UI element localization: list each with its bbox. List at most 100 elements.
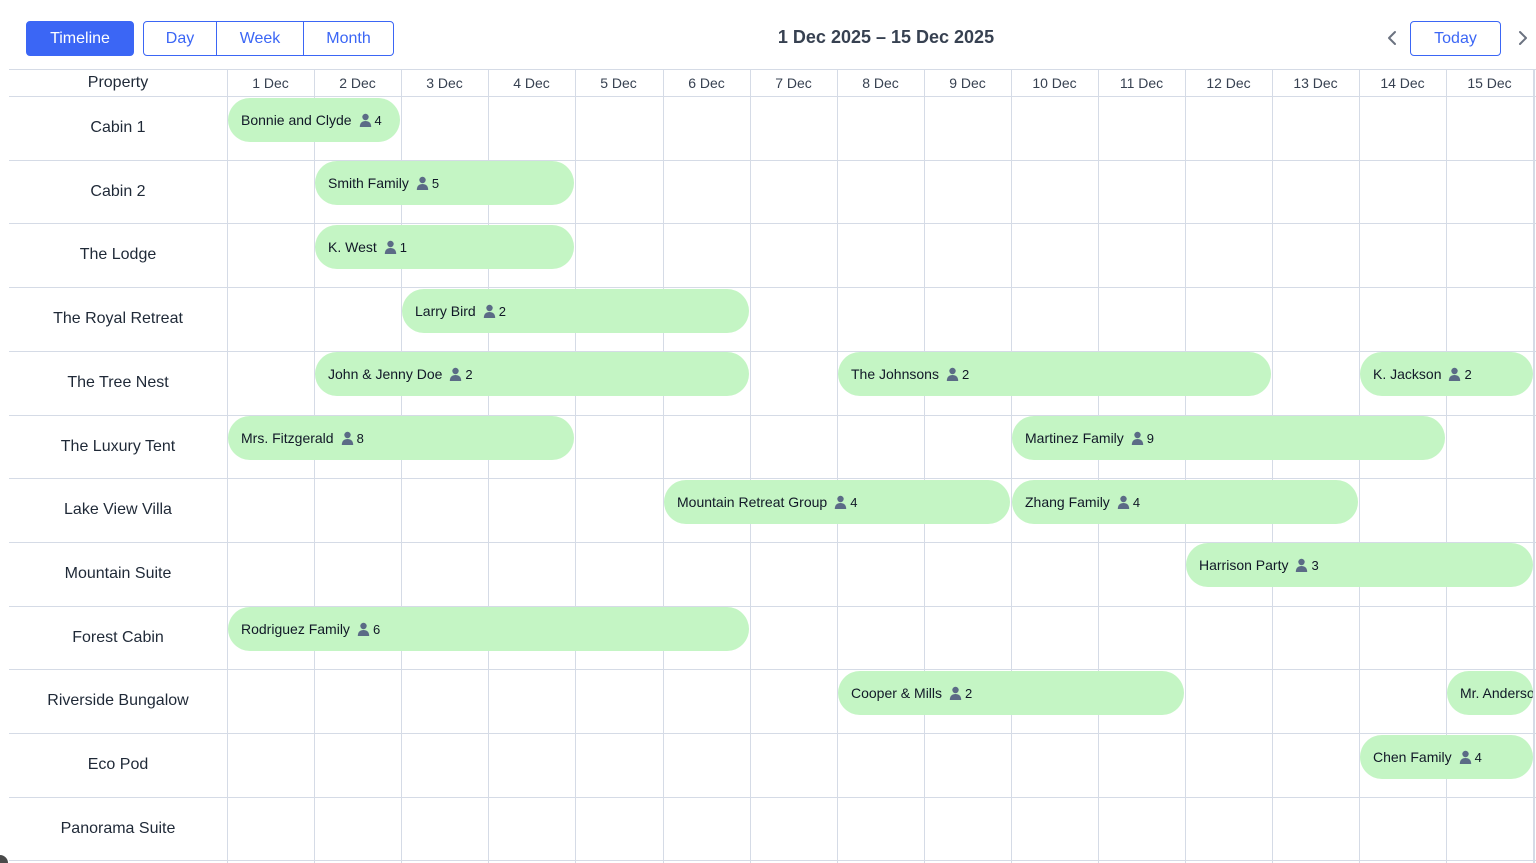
- booking-guest-name: Harrison Party: [1199, 557, 1289, 573]
- person-icon: [835, 495, 847, 509]
- property-name: Panorama Suite: [60, 820, 176, 837]
- timeline-grid: Property 1 Dec 2 Dec 3 Dec 4 Dec 5 Dec 6 Dec 7…: [9, 69, 1536, 863]
- property-name: Eco Pod: [87, 756, 149, 773]
- property-name: The Luxury Tent: [60, 438, 176, 455]
- grid-line: [750, 69, 751, 863]
- booking-guest-count: 6: [372, 621, 381, 637]
- property-name: Forest Cabin: [72, 629, 164, 646]
- booking-guest-count: 3: [1311, 557, 1319, 573]
- grid-line: [1272, 69, 1273, 863]
- booking-bar[interactable]: Mrs. Fitzgerald 8: [228, 416, 574, 460]
- property-name: The Royal Retreat: [53, 310, 183, 327]
- booking-guest-name: Mountain Retreat Group: [677, 494, 828, 510]
- day-column-header: 4 Dec: [513, 74, 550, 91]
- booking-guest-name: Larry Bird: [415, 303, 476, 319]
- booking-guest-name: John & Jenny Doe: [328, 366, 443, 382]
- person-icon: [384, 240, 396, 254]
- property-name: The Lodge: [79, 246, 157, 263]
- chevron-right-icon[interactable]: [1513, 26, 1533, 50]
- booking-bar[interactable]: John & Jenny Doe 2: [315, 352, 749, 396]
- grid-line: [9, 223, 1536, 224]
- booking-guest-count: 2: [961, 366, 970, 382]
- booking-guest-name: Martinez Family: [1025, 430, 1124, 446]
- booking-guest-count: 9: [1146, 430, 1155, 446]
- booking-guest-count: 2: [965, 685, 973, 701]
- day-column-header: 14 Dec: [1380, 74, 1425, 91]
- booking-bar[interactable]: Mountain Retreat Group 4: [664, 480, 1010, 524]
- booking-guest-name: K. West: [328, 239, 377, 255]
- booking-guest-count: 8: [356, 430, 364, 446]
- booking-bar[interactable]: Larry Bird 2: [402, 289, 749, 333]
- booking-bar[interactable]: The Johnsons 2: [838, 352, 1271, 396]
- booking-guest-count: 4: [850, 494, 858, 510]
- today-button[interactable]: Today: [1410, 21, 1501, 56]
- grid-line: [9, 96, 1536, 97]
- day-column-header: 13 Dec: [1293, 74, 1338, 91]
- booking-guest-count: 5: [431, 175, 440, 191]
- booking-bar[interactable]: Cooper & Mills 2: [838, 671, 1184, 715]
- booking-bar[interactable]: Chen Family 4: [1360, 735, 1533, 779]
- day-column-header: 3 Dec: [426, 74, 463, 91]
- person-icon: [1459, 750, 1471, 764]
- day-column-header: 15 Dec: [1467, 74, 1512, 91]
- day-column-header: 12 Dec: [1206, 74, 1251, 91]
- person-icon: [946, 367, 959, 381]
- booking-bar[interactable]: Zhang Family 4: [1012, 480, 1358, 524]
- day-column-header: 2 Dec: [339, 74, 376, 91]
- booking-guest-count: 4: [1132, 494, 1141, 510]
- booking-guest-name: Mrs. Fitzgerald: [241, 430, 334, 446]
- person-icon: [450, 367, 462, 381]
- day-column-header: 6 Dec: [688, 74, 725, 91]
- toolbar: Timeline Day Week Month 1 Dec 2025 – 15 …: [0, 0, 1536, 70]
- date-range-title: 1 Dec 2025 – 15 Dec 2025: [777, 27, 995, 47]
- grid-line: [9, 606, 1536, 607]
- person-icon: [1117, 495, 1130, 509]
- grid-line: [9, 160, 1536, 161]
- booking-guest-name: Mr. Anderso: [1460, 685, 1533, 701]
- grid-line: [9, 669, 1536, 670]
- booking-guest-count: 2: [1464, 366, 1472, 382]
- booking-bar[interactable]: Rodriguez Family 6: [228, 607, 749, 651]
- grid-line: [9, 797, 1536, 798]
- grid-line: [663, 69, 664, 863]
- booking-guest-name: Cooper & Mills: [851, 685, 943, 701]
- booking-guest-name: The Johnsons: [851, 366, 939, 382]
- property-name: Mountain Suite: [64, 565, 172, 582]
- grid-line: [9, 733, 1536, 734]
- person-icon: [1131, 431, 1143, 445]
- booking-bar[interactable]: K. Jackson 2: [1360, 352, 1533, 396]
- booking-guest-name: K. Jackson: [1373, 366, 1442, 382]
- booking-bar[interactable]: Harrison Party 3: [1186, 543, 1533, 587]
- booking-bar[interactable]: Bonnie and Clyde 4: [228, 98, 400, 142]
- person-icon: [359, 113, 371, 127]
- day-column-header: 1 Dec: [252, 74, 289, 91]
- booking-guest-count: 1: [399, 239, 407, 255]
- booking-guest-count: 4: [374, 112, 382, 128]
- person-icon: [341, 431, 353, 445]
- person-icon: [949, 686, 962, 700]
- booking-bar[interactable]: K. West 1: [315, 225, 574, 269]
- grid-line: [1534, 69, 1535, 863]
- grid-line: [9, 287, 1536, 288]
- booking-guest-name: Bonnie and Clyde: [241, 112, 352, 128]
- booking-guest-name: Zhang Family: [1025, 494, 1110, 510]
- booking-bar[interactable]: Martinez Family 9: [1012, 416, 1445, 460]
- day-column-header: 7 Dec: [775, 74, 812, 91]
- person-icon: [1449, 367, 1461, 381]
- booking-bar[interactable]: Mr. Anderso: [1447, 671, 1533, 715]
- person-icon: [357, 622, 370, 636]
- day-column-header: 5 Dec: [600, 74, 637, 91]
- property-name: Cabin 2: [90, 183, 146, 200]
- property-column-header: Property: [87, 73, 149, 91]
- property-name: Cabin 1: [90, 119, 146, 136]
- booking-guest-name: Rodriguez Family: [241, 621, 350, 637]
- chevron-left-icon[interactable]: [1382, 26, 1402, 50]
- property-name: Riverside Bungalow: [47, 692, 189, 709]
- grid-line: [227, 69, 228, 863]
- day-column-header: 10 Dec: [1032, 74, 1077, 91]
- day-column-header: 8 Dec: [862, 74, 899, 91]
- grid-line: [1098, 69, 1099, 863]
- booking-bar[interactable]: Smith Family 5: [315, 161, 574, 205]
- person-icon: [416, 176, 429, 190]
- grid-line: [1011, 69, 1012, 863]
